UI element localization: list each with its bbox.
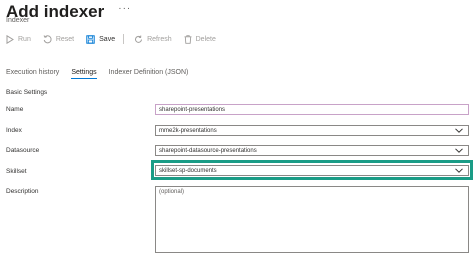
basic-settings-heading: Basic Settings bbox=[6, 89, 48, 96]
save-icon bbox=[86, 34, 95, 44]
skillset-value: skillset-sp-documents bbox=[159, 167, 217, 174]
description-label: Description bbox=[6, 188, 39, 195]
delete-button[interactable]: Delete bbox=[184, 34, 216, 44]
save-label: Save bbox=[99, 35, 116, 43]
page-subtitle: Indexer bbox=[6, 17, 30, 24]
more-options-button[interactable]: ··· bbox=[118, 3, 131, 14]
tab-bar: Execution history Settings Indexer Defin… bbox=[6, 69, 200, 79]
delete-label: Delete bbox=[195, 35, 216, 43]
datasource-dropdown[interactable]: sharepoint-datasource-presentations bbox=[155, 145, 469, 156]
tab-settings[interactable]: Settings bbox=[71, 69, 97, 79]
reset-button[interactable]: Reset bbox=[43, 34, 75, 44]
datasource-value: sharepoint-datasource-presentations bbox=[159, 147, 257, 154]
run-button[interactable]: Run bbox=[6, 34, 31, 44]
description-placeholder: (optional) bbox=[159, 189, 185, 195]
tab-indexer-definition-json[interactable]: Indexer Definition (JSON) bbox=[109, 69, 189, 79]
chevron-down-icon bbox=[455, 128, 463, 133]
toolbar-divider bbox=[123, 34, 125, 44]
save-button[interactable]: Save bbox=[86, 34, 116, 44]
name-label: Name bbox=[6, 106, 24, 113]
reset-label: Reset bbox=[55, 35, 75, 43]
run-label: Run bbox=[18, 35, 31, 43]
refresh-icon bbox=[135, 35, 143, 43]
index-label: Index bbox=[6, 127, 22, 134]
skillset-dropdown[interactable]: skillset-sp-documents bbox=[155, 165, 469, 176]
refresh-label: Refresh bbox=[147, 35, 172, 43]
trash-icon bbox=[184, 34, 192, 44]
description-textarea[interactable]: (optional) bbox=[155, 186, 469, 253]
skillset-label: Skillset bbox=[6, 168, 27, 175]
name-input[interactable]: sharepoint-presentations bbox=[155, 104, 469, 115]
index-dropdown[interactable]: mme2k-presentations bbox=[155, 125, 469, 136]
reset-icon bbox=[43, 34, 52, 43]
name-value: sharepoint-presentations bbox=[159, 106, 226, 113]
datasource-label: Datasource bbox=[6, 147, 40, 154]
refresh-button[interactable]: Refresh bbox=[134, 35, 172, 44]
play-icon bbox=[6, 34, 14, 44]
tab-execution-history[interactable]: Execution history bbox=[6, 69, 59, 79]
command-bar: Run Reset Save Refresh Delete bbox=[6, 33, 228, 45]
index-value: mme2k-presentations bbox=[159, 127, 217, 134]
chevron-down-icon bbox=[455, 148, 463, 153]
chevron-down-icon bbox=[455, 168, 463, 173]
